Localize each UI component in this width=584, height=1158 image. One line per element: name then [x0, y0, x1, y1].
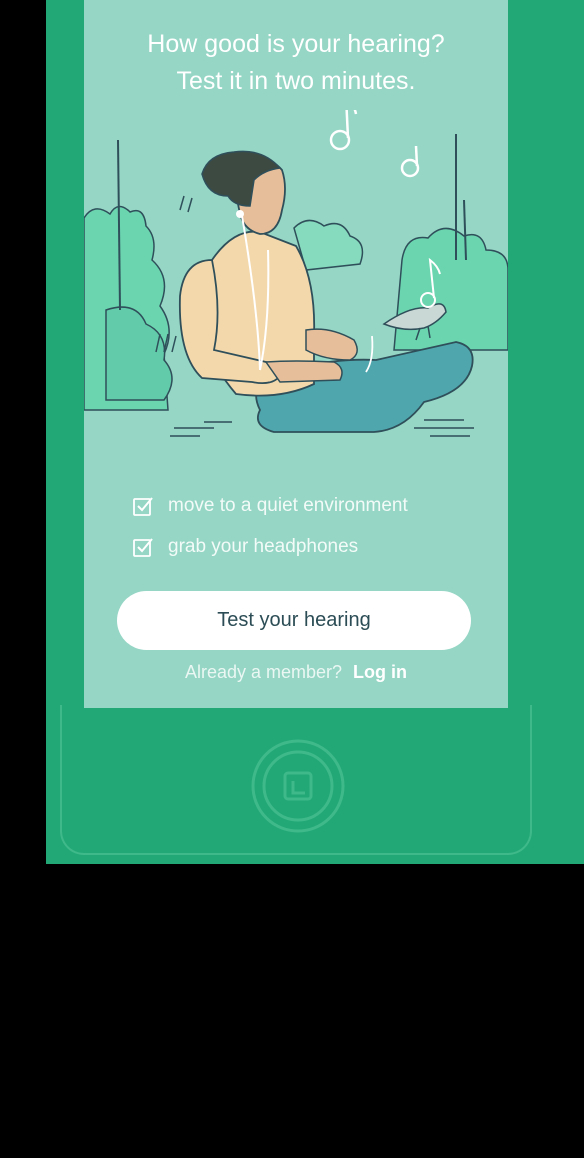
hero-line-2: Test it in two minutes. [176, 67, 416, 95]
hero-headline: How good is your hearing? Test it in two… [84, 26, 508, 100]
home-button-icon[interactable] [249, 737, 347, 835]
checklist-label: grab your headphones [168, 536, 359, 557]
checklist-label: move to a quiet environment [168, 495, 408, 516]
hero-line-1: How good is your hearing? [147, 30, 445, 58]
member-prompt-text: Already a member? [184, 662, 343, 682]
checkbox-checked-icon [133, 538, 153, 557]
login-prompt: Already a member? Log in [84, 662, 508, 683]
app-screen: How good is your hearing? Test it in two… [84, 0, 508, 708]
login-link[interactable]: Log in [353, 662, 407, 682]
checkbox-checked-icon [133, 497, 153, 516]
checklist-item-headphones: grab your headphones [132, 535, 358, 559]
checklist-item-quiet: move to a quiet environment [132, 494, 408, 518]
test-hearing-button[interactable]: Test your hearing [117, 591, 471, 650]
man-with-headphones-illustration [84, 110, 508, 437]
